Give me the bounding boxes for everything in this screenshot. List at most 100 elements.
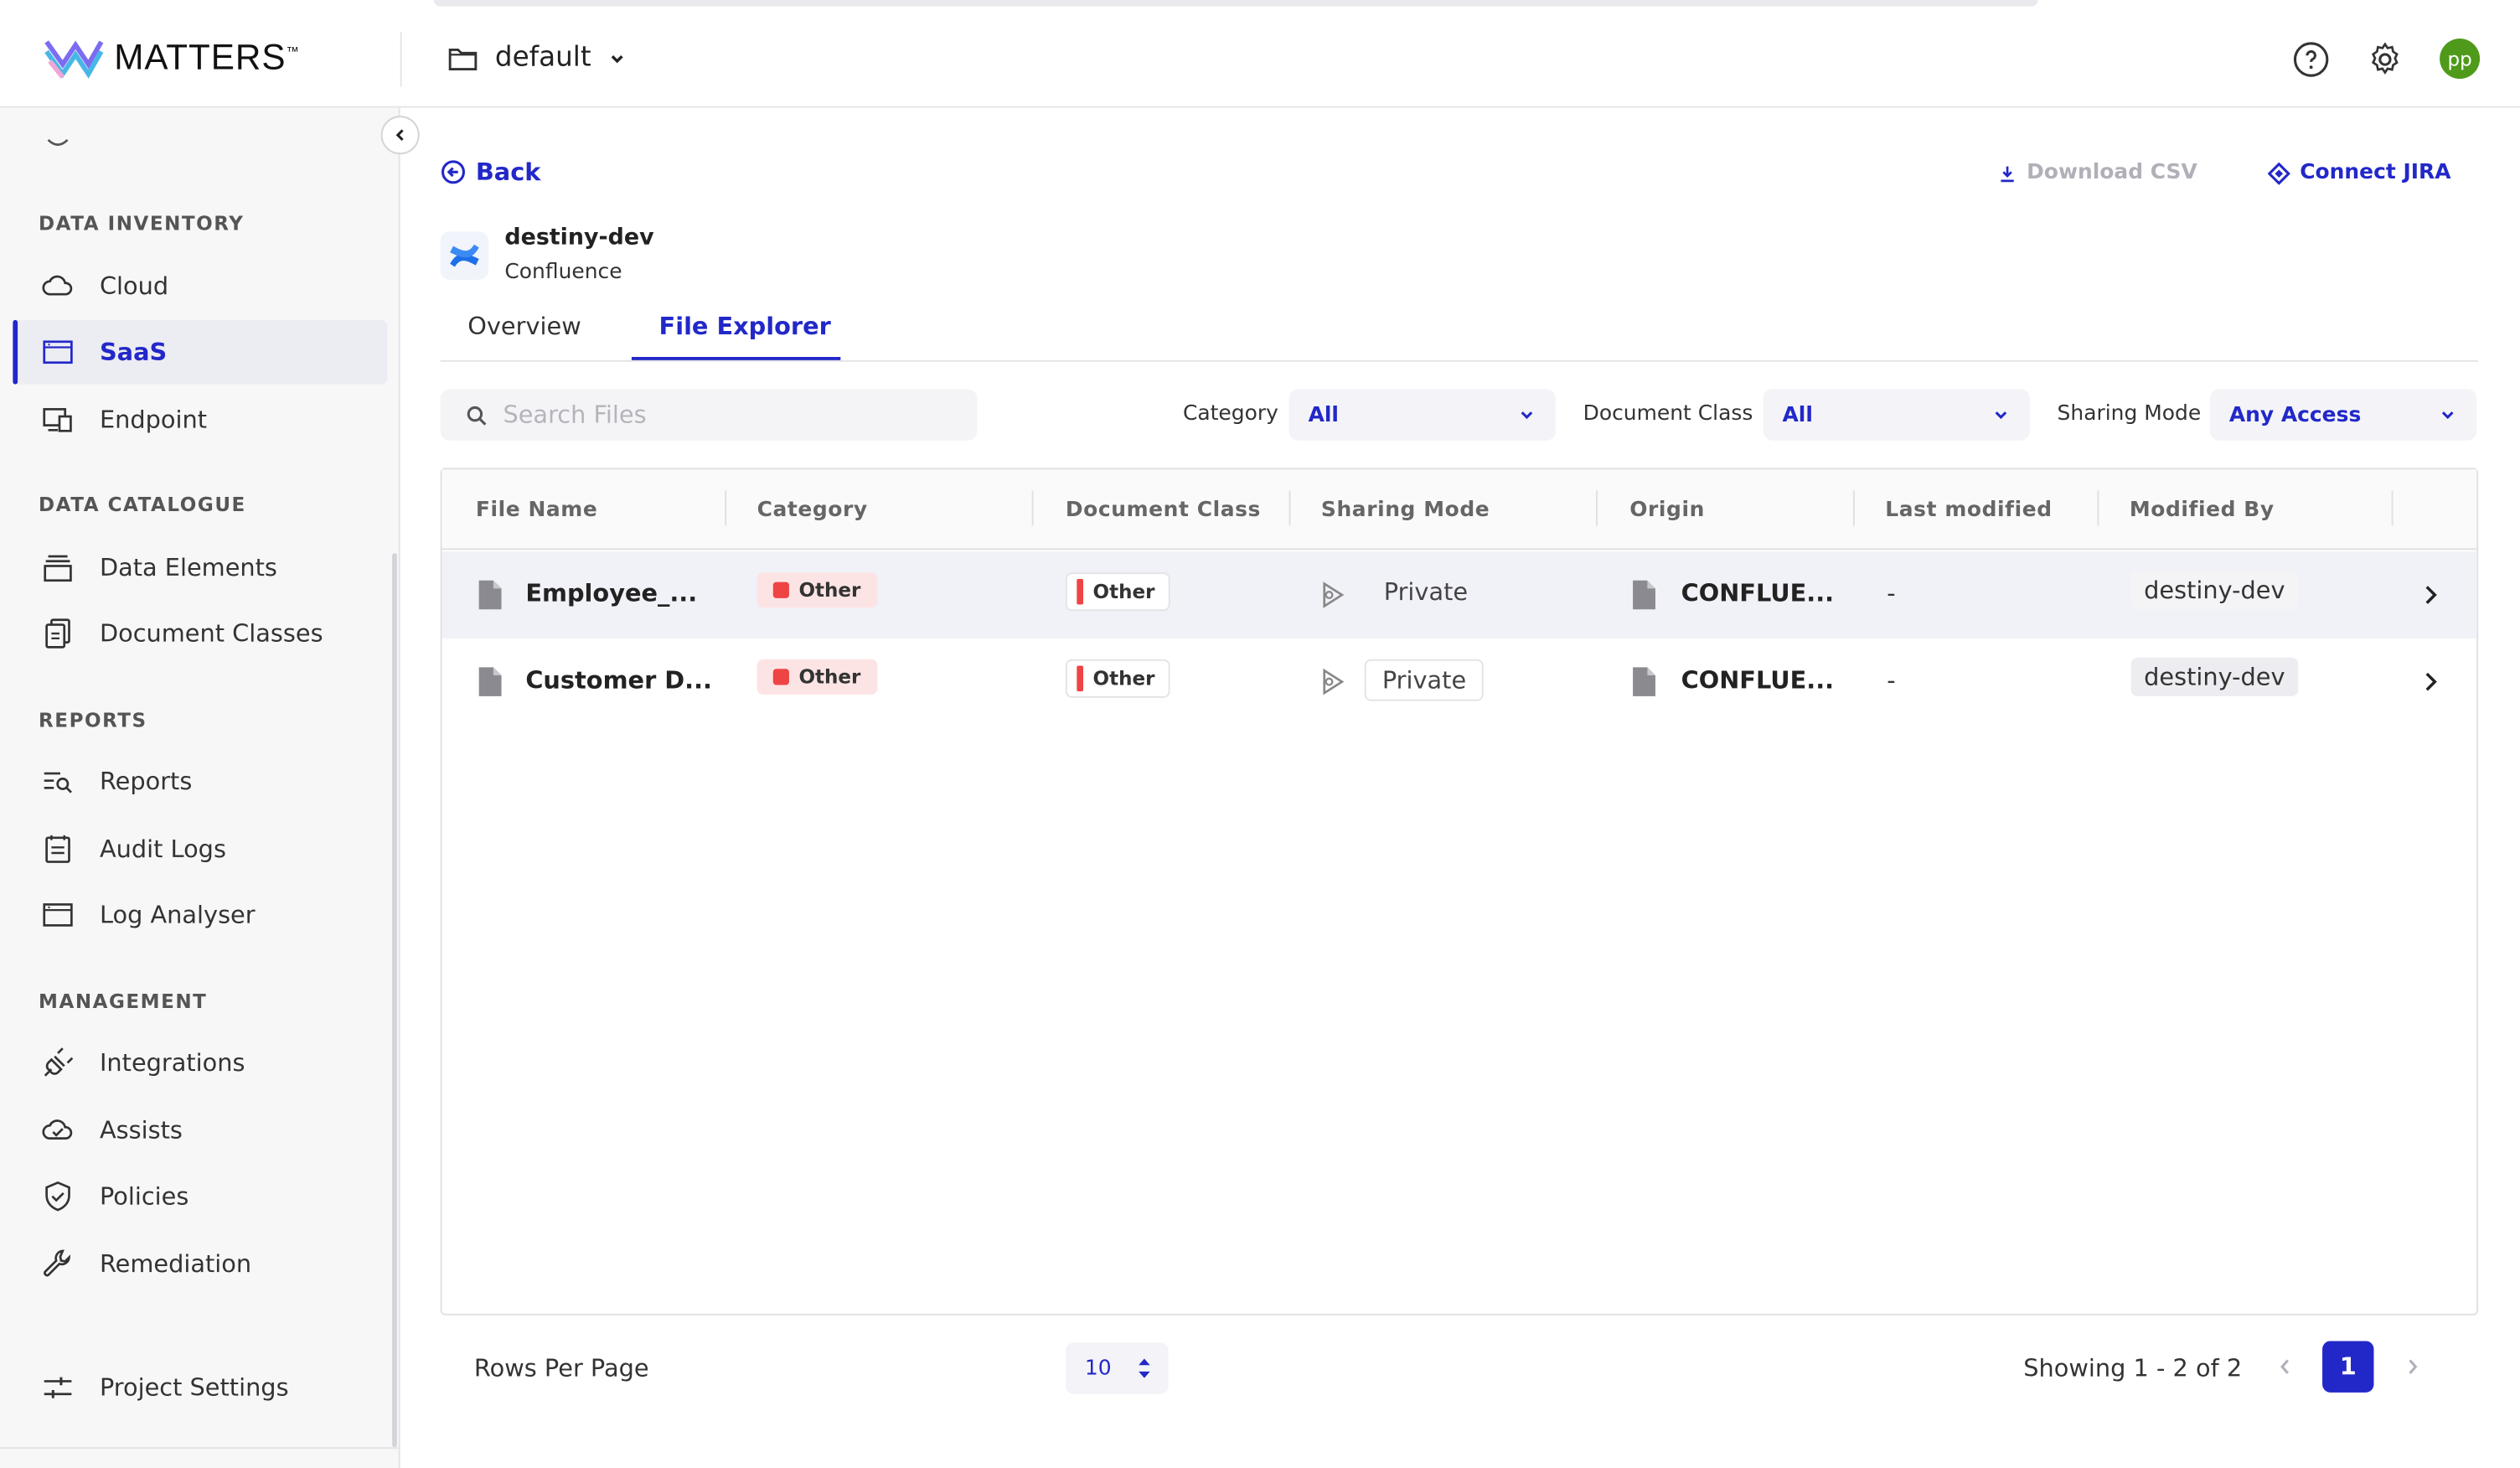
column-separator (1595, 490, 1598, 526)
table-row[interactable]: Employee_... Other Other Private CONFLUE… (442, 551, 2477, 638)
search-input[interactable] (503, 400, 953, 430)
sidebar-item-data-elements[interactable]: Data Elements (13, 535, 387, 600)
column-separator (725, 490, 727, 526)
sidebar-item-document-classes[interactable]: Document Classes (13, 602, 387, 666)
row-expand-chevron-icon[interactable] (2422, 584, 2438, 607)
file-icon (478, 665, 503, 697)
shield-check-icon (42, 1181, 74, 1212)
sidebar-item-remediation[interactable]: Remediation (13, 1232, 387, 1296)
rows-per-page-select[interactable]: 10 (1065, 1342, 1169, 1394)
section-title-reports: REPORTS (39, 709, 147, 732)
file-name[interactable]: Employee_... (525, 579, 697, 608)
sidebar-scrollbar[interactable] (392, 553, 397, 1448)
document-class-value: Other (1092, 667, 1155, 690)
sidebar-item-label: Audit Logs (99, 834, 226, 864)
file-name[interactable]: Customer D... (525, 665, 712, 695)
column-header-last-modified[interactable]: Last modified (1885, 499, 2052, 523)
column-separator (1288, 490, 1291, 526)
sharing-mode-filter-select[interactable]: Any Access (2209, 389, 2477, 441)
sidebar-item-policies[interactable]: Policies (13, 1164, 387, 1228)
origin-value: CONFLUE... (1681, 578, 1835, 608)
sliders-icon (42, 1372, 74, 1403)
sidebar-item-saas[interactable]: SaaS (13, 319, 388, 385)
sidebar-item-log-analyser[interactable]: Log Analyser (13, 883, 387, 948)
tab-file-explorer[interactable]: File Explorer (659, 312, 831, 341)
plug-icon (42, 1047, 74, 1078)
sharing-mode-value: Private (1383, 576, 1469, 607)
sidebar-item-cloud[interactable]: Cloud (13, 254, 387, 318)
confluence-logo-icon (440, 230, 489, 279)
document-class-filter-select[interactable]: All (1763, 389, 2030, 441)
main-content: Back Download CSV Connect JIRA destiny-d… (402, 108, 2520, 1468)
table-row[interactable]: Customer D... Other Other Private CONFLU… (442, 638, 2477, 726)
sidebar-item-label: Project Settings (99, 1372, 289, 1403)
row-expand-chevron-icon[interactable] (2422, 670, 2438, 693)
sidebar-item-assists[interactable]: Assists (13, 1098, 387, 1163)
folder-icon (448, 49, 478, 70)
gear-icon[interactable] (2366, 39, 2404, 78)
sidebar-divider (0, 1447, 400, 1450)
chevron-down-icon (1521, 411, 1533, 420)
column-header-file-name[interactable]: File Name (476, 499, 598, 523)
column-header-document-class[interactable]: Document Class (1066, 499, 1261, 523)
column-separator (2097, 490, 2099, 526)
sidebar-item-audit-logs[interactable]: Audit Logs (13, 817, 387, 881)
column-header-sharing-mode[interactable]: Sharing Mode (1321, 499, 1490, 523)
origin-file-icon (1631, 579, 1657, 611)
document-class-filter-value: All (1782, 402, 1813, 427)
tabs: Overview File Explorer (440, 296, 2479, 362)
last-modified-value: - (1887, 578, 1896, 608)
sidebar-item-endpoint[interactable]: Endpoint (13, 387, 387, 452)
category-filter-select[interactable]: All (1288, 389, 1557, 441)
window-icon (42, 336, 74, 368)
tab-overview[interactable]: Overview (467, 312, 581, 341)
cloud-icon (42, 270, 74, 302)
collapse-sidebar-button[interactable] (380, 116, 420, 155)
search-icon (467, 405, 487, 425)
brand-logo[interactable]: MATTERS™ (44, 35, 300, 80)
column-separator (1031, 490, 1034, 526)
sidebar-item-project-settings[interactable]: Project Settings (13, 1356, 387, 1420)
document-class-value: Other (1092, 580, 1155, 603)
rows-per-page-value: 10 (1084, 1356, 1112, 1381)
calendar-icon (42, 833, 74, 865)
download-csv-button[interactable]: Download CSV (1998, 161, 2197, 185)
sidebar-item-label: Remediation (99, 1249, 252, 1279)
back-button[interactable]: Back (441, 158, 541, 187)
help-icon[interactable] (2292, 39, 2331, 78)
window-icon (42, 899, 74, 931)
top-bar: MATTERS™ default pp (0, 0, 2520, 108)
section-title-data-inventory: DATA INVENTORY (39, 212, 245, 235)
pagination-summary: Showing 1 - 2 of 2 (2023, 1353, 2243, 1383)
page-button-current[interactable]: 1 (2322, 1341, 2374, 1393)
sidebar-item-integrations[interactable]: Integrations (13, 1031, 387, 1095)
status-dot (772, 582, 789, 598)
previous-page-button[interactable] (2259, 1341, 2311, 1392)
sharing-mode-value: Private (1364, 659, 1485, 701)
modified-by-value: destiny-dev (2130, 657, 2298, 696)
column-header-modified-by[interactable]: Modified By (2130, 499, 2275, 523)
sidebar-item-label: Reports (99, 767, 193, 796)
connect-jira-label: Connect JIRA (2300, 160, 2451, 185)
column-separator (2391, 490, 2393, 526)
search-bar[interactable] (440, 389, 978, 441)
status-dot (772, 669, 789, 685)
avatar[interactable]: pp (2440, 39, 2481, 80)
sidebar-item-reports[interactable]: Reports (13, 749, 387, 814)
documents-icon (42, 618, 74, 649)
wrench-icon (42, 1248, 74, 1279)
devices-icon (42, 404, 74, 436)
column-header-category[interactable]: Category (757, 499, 868, 523)
next-page-button[interactable] (2387, 1341, 2438, 1392)
sidebar-item-label: Cloud (99, 271, 169, 301)
category-value: Other (798, 665, 861, 689)
download-csv-label: Download CSV (2027, 160, 2197, 185)
back-label: Back (475, 158, 541, 187)
category-value: Other (798, 578, 861, 602)
chevron-down-icon (1995, 411, 2007, 420)
workspace-name: default (494, 41, 591, 75)
chevron-left-icon (395, 129, 404, 142)
connect-jira-button[interactable]: Connect JIRA (2267, 160, 2451, 185)
column-header-origin[interactable]: Origin (1629, 499, 1705, 523)
workspace-selector[interactable]: default (447, 42, 627, 74)
